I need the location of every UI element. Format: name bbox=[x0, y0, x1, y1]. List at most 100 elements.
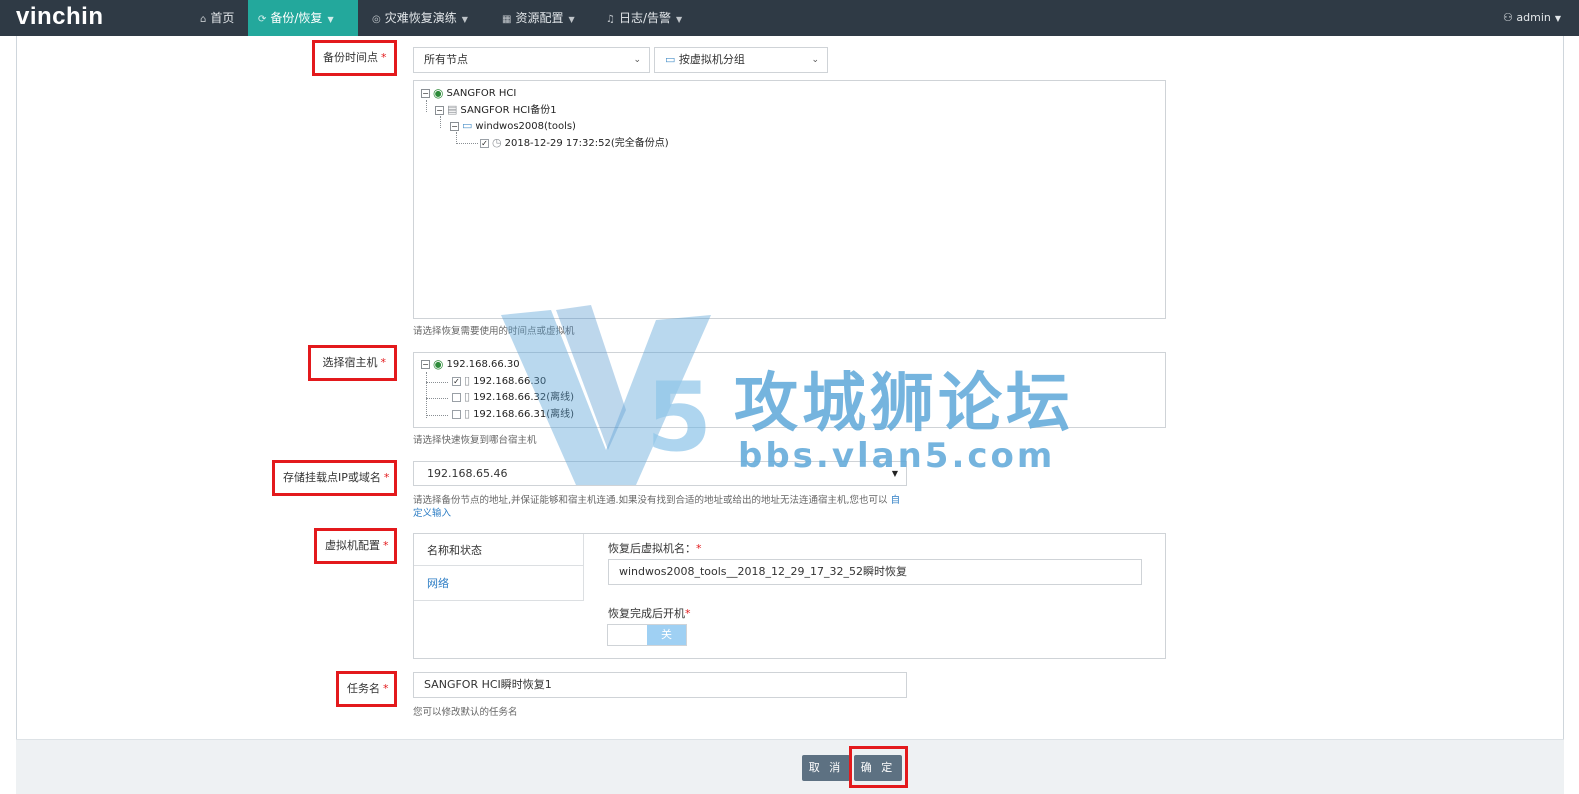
host-checkbox[interactable] bbox=[452, 392, 461, 402]
backup-point-label-text: 备份时间点 bbox=[323, 51, 378, 64]
toggle-state: 关 bbox=[647, 625, 686, 645]
camera-icon: ◎ bbox=[372, 14, 381, 25]
nav-home-label: 首页 bbox=[210, 11, 235, 25]
chevron-down-icon: ▼ bbox=[676, 15, 683, 24]
required-mark: * bbox=[381, 51, 387, 64]
collapse-icon[interactable]: − bbox=[435, 105, 444, 115]
required-mark: * bbox=[383, 471, 390, 484]
custom-input-link[interactable]: 自 bbox=[891, 495, 901, 506]
watermark-url: bbs.vlan5.com bbox=[738, 436, 1056, 476]
power-on-toggle[interactable]: 关 bbox=[607, 624, 687, 646]
host-checkbox[interactable]: ✓ bbox=[452, 376, 461, 386]
host-checkbox[interactable] bbox=[452, 409, 461, 419]
tab-name-status[interactable]: 名称和状态 bbox=[414, 534, 583, 568]
group-select-value: 按虚拟机分组 bbox=[678, 53, 745, 66]
globe-icon: ◉ bbox=[433, 86, 444, 100]
task-name-label: 任务名 * bbox=[336, 671, 397, 707]
collapse-icon[interactable]: − bbox=[421, 88, 430, 98]
storage-hint: 请选择备份节点的地址,并保证能够和宿主机连通.如果没有找到合适的地址或给出的地址… bbox=[413, 492, 900, 506]
cancel-button[interactable]: 取 消 bbox=[802, 755, 850, 781]
tree-node-label: windwos2008(tools) bbox=[475, 121, 576, 132]
server-stack-icon: ▤ bbox=[447, 103, 458, 116]
task-name-hint: 您可以修改默认的任务名 bbox=[413, 707, 518, 718]
tree-node-label: 2018-12-29 17:32:52(完全备份点) bbox=[504, 138, 669, 149]
server-icon: ▯ bbox=[464, 374, 471, 387]
form-footer bbox=[16, 739, 1564, 794]
tree-connector bbox=[426, 415, 448, 416]
confirm-button[interactable]: 确 定 bbox=[854, 755, 902, 781]
required-mark: * bbox=[383, 539, 389, 552]
watermark-title: 攻城狮论坛 bbox=[734, 367, 1074, 441]
collapse-icon[interactable]: − bbox=[450, 121, 459, 131]
chevron-down-icon: ⌄ bbox=[811, 55, 819, 65]
tree-node-vm[interactable]: − ▭ windwos2008(tools) bbox=[450, 119, 576, 135]
nav-dr-drill[interactable]: ◎ 灾难恢复演练 ▼ bbox=[362, 0, 478, 36]
collapse-icon[interactable]: − bbox=[421, 359, 430, 369]
vm-config-label: 虚拟机配置 * bbox=[314, 528, 397, 564]
tab-divider bbox=[583, 534, 584, 601]
backup-point-label: 备份时间点 * bbox=[312, 40, 397, 76]
node-select[interactable]: 所有节点 ⌄ bbox=[413, 47, 650, 73]
grid-icon: ▦ bbox=[502, 14, 512, 25]
nav-dr-drill-label: 灾难恢复演练 bbox=[384, 11, 457, 25]
server-icon: ▯ bbox=[464, 407, 471, 420]
nav-backup-restore[interactable]: ⟳ 备份/恢复 ▼ bbox=[248, 0, 358, 36]
tree-node-backup-point[interactable]: ✓ ◷ 2018-12-29 17:32:52(完全备份点) bbox=[480, 136, 669, 152]
required-mark: * bbox=[380, 356, 387, 369]
chevron-down-icon: ▼ bbox=[568, 15, 575, 24]
user-icon: ⚇ bbox=[1503, 11, 1517, 24]
custom-input-link[interactable]: 定义输入 bbox=[413, 505, 451, 519]
tree-connector bbox=[426, 398, 448, 399]
vm-name-label: 恢复后虚拟机名：* bbox=[608, 540, 702, 556]
chevron-down-icon: ⌄ bbox=[633, 55, 641, 65]
tree-connector bbox=[426, 372, 427, 418]
server-icon: ▯ bbox=[464, 390, 471, 403]
vinchin-logo[interactable]: vinchin bbox=[16, 3, 104, 31]
vm-name-input[interactable]: windwos2008_tools__2018_12_29_17_32_52瞬时… bbox=[608, 559, 1142, 585]
chevron-down-icon: ▼ bbox=[1554, 14, 1561, 23]
vm-icon: ▭ bbox=[462, 119, 473, 132]
nav-home[interactable]: ⌂ 首页 bbox=[190, 0, 244, 36]
tree-node-sangfor-hci[interactable]: − ◉ SANGFOR HCI bbox=[421, 86, 516, 102]
group-select[interactable]: ▭ 按虚拟机分组 ⌄ bbox=[654, 47, 828, 73]
tree-node-label: SANGFOR HCI bbox=[446, 88, 517, 99]
nav-resources-label: 资源配置 bbox=[515, 11, 564, 25]
vm-group-icon: ▭ bbox=[665, 53, 679, 66]
vlan5-logo-watermark: 5 bbox=[501, 305, 712, 485]
storage-label-text: 存储挂载点IP或域名 bbox=[283, 471, 381, 484]
tree-connector bbox=[426, 382, 448, 383]
chevron-down-icon: ▼ bbox=[461, 15, 468, 24]
tab-network[interactable]: 网络 bbox=[414, 567, 583, 601]
vm-config-label-text: 虚拟机配置 bbox=[325, 539, 380, 552]
task-name-input[interactable]: SANGFOR HCI瞬时恢复1 bbox=[413, 672, 907, 698]
vm-name-label-text: 恢复后虚拟机名： bbox=[608, 542, 696, 555]
top-navigation-bar: vinchin ⌂ 首页 ⟳ 备份/恢复 ▼ ◎ 灾难恢复演练 ▼ ▦ 资源配置 ▼ ♫ 日志/… bbox=[0, 0, 1579, 36]
logo-number: 5 bbox=[646, 363, 712, 473]
home-icon: ⌂ bbox=[200, 14, 207, 25]
power-on-label: 恢复完成后开机* bbox=[608, 605, 691, 621]
tree-connector bbox=[456, 143, 478, 144]
power-on-label-text: 恢复完成后开机 bbox=[608, 607, 685, 620]
required-mark: * bbox=[383, 682, 389, 695]
nav-logs-alerts[interactable]: ♫ 日志/告警 ▼ bbox=[596, 0, 692, 36]
user-name: admin bbox=[1516, 11, 1551, 24]
nav-backup-restore-label: 备份/恢复 bbox=[270, 11, 323, 25]
tree-node-label: SANGFOR HCI备份1 bbox=[460, 105, 557, 116]
chevron-down-icon: ▼ bbox=[327, 15, 334, 24]
required-mark: * bbox=[685, 607, 691, 620]
refresh-icon: ⟳ bbox=[258, 14, 267, 25]
node-select-value: 所有节点 bbox=[424, 53, 468, 66]
globe-icon: ◉ bbox=[433, 357, 444, 371]
nav-resources[interactable]: ▦ 资源配置 ▼ bbox=[492, 0, 585, 36]
storage-label: 存储挂载点IP或域名 * bbox=[272, 460, 397, 496]
tree-node-sangfor-backup[interactable]: − ▤ SANGFOR HCI备份1 bbox=[435, 103, 557, 119]
host-label: 选择宿主机 * bbox=[308, 345, 397, 381]
clock-icon: ◷ bbox=[492, 136, 502, 149]
host-label-text: 选择宿主机 bbox=[322, 356, 378, 369]
user-menu[interactable]: ⚇ admin ▼ bbox=[1503, 0, 1561, 36]
bell-icon: ♫ bbox=[606, 14, 615, 25]
task-name-label-text: 任务名 bbox=[347, 682, 380, 695]
backup-point-checkbox[interactable]: ✓ bbox=[480, 138, 489, 148]
storage-hint-text: 请选择备份节点的地址,并保证能够和宿主机连通.如果没有找到合适的地址或给出的地址… bbox=[413, 495, 888, 506]
required-mark: * bbox=[696, 542, 702, 555]
